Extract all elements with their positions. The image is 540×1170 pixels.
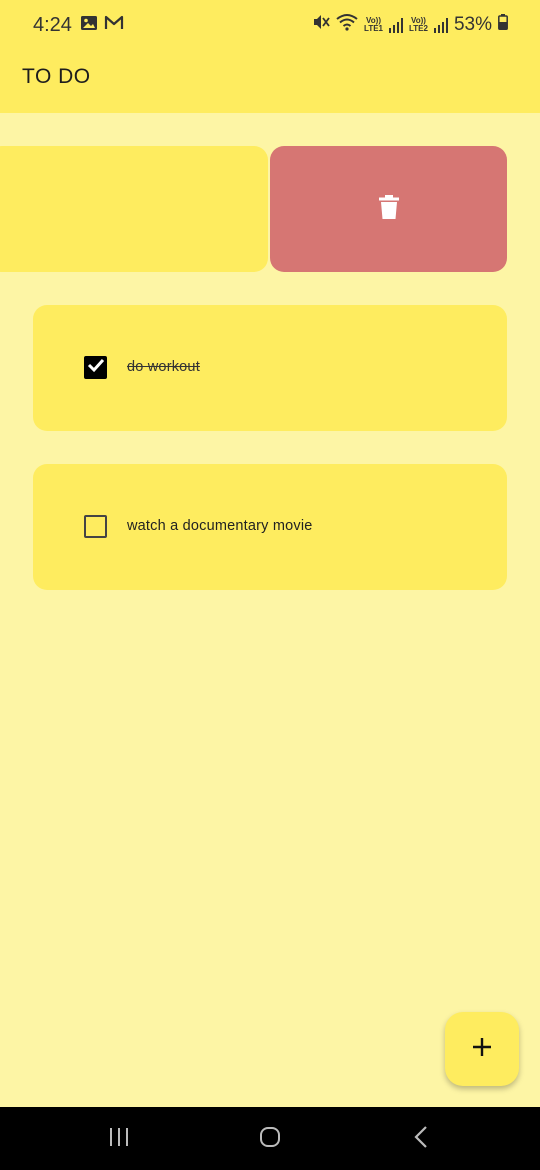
status-bar: 4:24 Vo)) LTE1 Vo)) LTE2 53% (0, 0, 540, 52)
plus-icon (471, 1036, 493, 1063)
swiped-todo-card[interactable] (0, 146, 268, 272)
todo-text: do workout (127, 359, 200, 375)
system-nav-bar (0, 1107, 540, 1170)
recents-icon (107, 1125, 131, 1154)
sim1-label: LTE1 (364, 24, 383, 33)
status-time: 4:24 (33, 14, 72, 36)
add-todo-button[interactable] (445, 1012, 519, 1086)
mute-icon (312, 13, 330, 37)
gmail-icon (104, 15, 124, 36)
signal-icon (433, 17, 448, 33)
todo-checkbox[interactable] (84, 515, 107, 538)
battery-icon (498, 14, 508, 36)
battery-percent: 53% (453, 14, 492, 35)
back-button[interactable] (410, 1125, 434, 1154)
todo-checkbox[interactable] (84, 356, 107, 379)
signal-icon (389, 17, 403, 33)
delete-action[interactable] (270, 146, 507, 272)
recents-button[interactable] (107, 1125, 131, 1154)
volte-lte1: Vo)) LTE1 (364, 17, 383, 33)
volte-lte2: Vo)) LTE2 (409, 17, 428, 33)
home-icon (258, 1125, 282, 1154)
page-title: TO DO (22, 65, 91, 88)
image-icon (80, 15, 98, 36)
sim2-label: LTE2 (409, 24, 428, 33)
status-right-icons: Vo)) LTE1 Vo)) LTE2 53% (312, 13, 508, 37)
trash-icon (378, 194, 399, 224)
back-icon (410, 1125, 434, 1154)
home-button[interactable] (258, 1125, 282, 1154)
todo-text: watch a documentary movie (127, 518, 313, 534)
status-left-icons (80, 15, 124, 36)
todo-item[interactable]: do workout (33, 305, 507, 431)
check-icon (87, 357, 105, 378)
app-bar: 4:24 Vo)) LTE1 Vo)) LTE2 53% TO DO (0, 0, 540, 113)
todo-item[interactable]: watch a documentary movie (33, 464, 507, 590)
wifi-icon (336, 13, 358, 37)
